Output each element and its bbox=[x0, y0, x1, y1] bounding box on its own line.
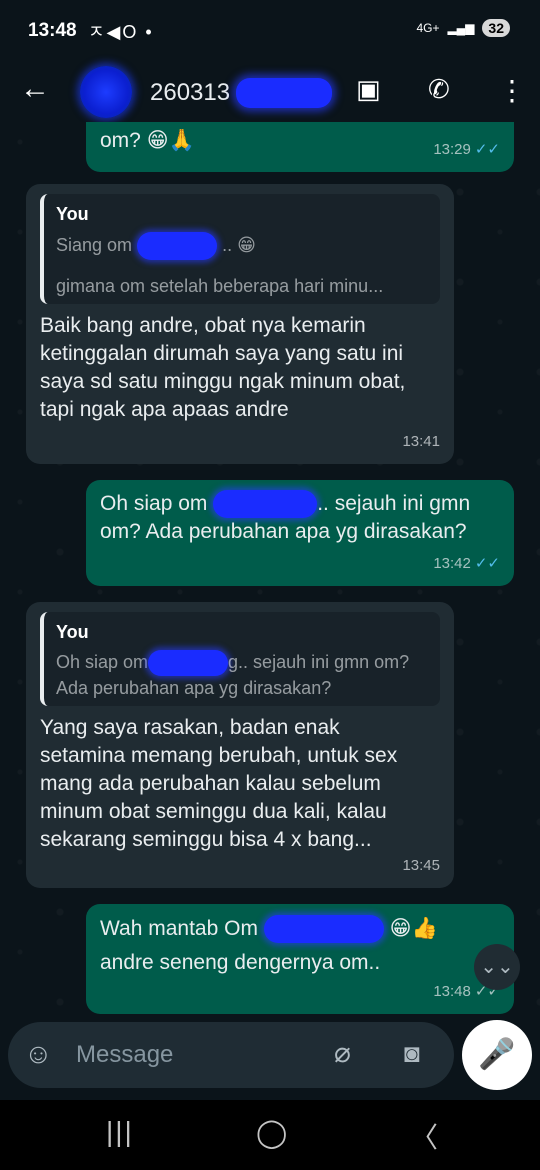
status-notification-icons: ㅈ◀O • bbox=[88, 22, 154, 42]
message-meta: 13:29 ✓✓ bbox=[433, 136, 500, 164]
message-time: 13:48 bbox=[433, 983, 471, 1000]
quoted-message[interactable]: You Siang om .. 😁 gimana om setelah bebe… bbox=[40, 194, 440, 304]
status-bar: 13:48 ㅈ◀O • 4G+ ▂▄▆ 32 bbox=[0, 0, 540, 62]
add-call-icon[interactable]: ✆ bbox=[428, 74, 450, 105]
redaction-mark bbox=[137, 232, 218, 260]
quote-text-line2: gimana om setelah beberapa hari minu... bbox=[56, 276, 384, 296]
read-ticks-icon: ✓✓ bbox=[474, 141, 500, 158]
chat-area[interactable]: om? 😁🙏 13:29 ✓✓ You Siang om .. 😁 gimana … bbox=[0, 122, 540, 1022]
message-time: 13:42 bbox=[433, 555, 471, 572]
mic-icon[interactable]: 🎤 bbox=[462, 1020, 532, 1090]
contact-card-icon[interactable]: ▣ bbox=[356, 74, 381, 105]
status-time: 13:48 bbox=[28, 20, 77, 41]
message-input[interactable] bbox=[76, 1034, 316, 1076]
redaction-mark bbox=[148, 650, 229, 677]
nav-home-icon[interactable]: ◯ bbox=[256, 1116, 287, 1149]
quote-author: You bbox=[56, 204, 89, 224]
redaction-mark bbox=[213, 490, 318, 519]
quote-text: Oh siap om g.. sejauh ini gmn om? Ada per… bbox=[56, 650, 410, 699]
redaction-mark bbox=[263, 915, 384, 944]
contact-name[interactable]: 260313 bbox=[150, 79, 230, 107]
message-text: om? bbox=[100, 129, 141, 152]
message-meta: 13:42 ✓✓ bbox=[433, 550, 500, 578]
chat-header: ← 260313 ▣ ✆ ⋮ bbox=[0, 62, 540, 122]
message-text-line1: Wah mantab Om 😁👍 bbox=[100, 914, 500, 944]
message-text: Yang saya rasakan, badan enak setamina m… bbox=[40, 716, 398, 852]
message-bubble-outgoing[interactable]: om? 😁🙏 13:29 ✓✓ bbox=[86, 122, 514, 172]
network-icon: 4G+ bbox=[416, 21, 440, 35]
system-nav-bar: ||| ◯ 〈 bbox=[0, 1100, 540, 1170]
message-text-line2: andre seneng dengernya om.. bbox=[100, 951, 381, 975]
redaction-mark bbox=[236, 78, 332, 108]
message-bubble-outgoing[interactable]: Wah mantab Om 😁👍 andre seneng dengernya … bbox=[86, 904, 514, 1014]
nav-recent-icon[interactable]: ||| bbox=[106, 1116, 134, 1148]
message-time: 13:45 bbox=[402, 857, 440, 874]
avatar[interactable] bbox=[80, 66, 132, 118]
battery-icon: 32 bbox=[482, 19, 510, 37]
message-emoji: 😁👍 bbox=[389, 916, 438, 940]
attach-icon[interactable]: ⌀ bbox=[334, 1036, 351, 1069]
quote-author: You bbox=[56, 622, 89, 642]
emoji-icon[interactable]: ☺ bbox=[24, 1038, 53, 1070]
status-right: 4G+ ▂▄▆ 32 bbox=[416, 19, 510, 37]
message-text: Oh siap om .. sejauh ini gmn om? Ada per… bbox=[100, 490, 471, 544]
message-emoji: 😁🙏 bbox=[146, 128, 195, 152]
message-composer: ☺ ⌀ ◙ bbox=[8, 1022, 454, 1088]
quote-text: Siang om .. 😁 bbox=[56, 232, 428, 260]
message-bubble-incoming[interactable]: You Siang om .. 😁 gimana om setelah bebe… bbox=[26, 184, 454, 464]
message-bubble-incoming[interactable]: You Oh siap om g.. sejauh ini gmn om? Ada… bbox=[26, 602, 454, 888]
message-bubble-outgoing[interactable]: Oh siap om .. sejauh ini gmn om? Ada per… bbox=[86, 480, 514, 586]
quoted-message[interactable]: You Oh siap om g.. sejauh ini gmn om? Ada… bbox=[40, 612, 440, 707]
back-arrow-icon[interactable]: ← bbox=[20, 72, 50, 106]
nav-back-icon[interactable]: 〈 bbox=[410, 1116, 438, 1156]
read-ticks-icon: ✓✓ bbox=[474, 555, 500, 572]
camera-icon[interactable]: ◙ bbox=[404, 1038, 420, 1069]
message-text: Baik bang andre, obat nya kemarin keting… bbox=[40, 314, 406, 421]
signal-icon: ▂▄▆ bbox=[447, 21, 475, 35]
more-options-icon[interactable]: ⋮ bbox=[498, 74, 526, 107]
scroll-down-icon[interactable]: ⌄⌄ bbox=[474, 944, 520, 990]
message-time: 13:29 bbox=[433, 141, 471, 158]
message-time: 13:41 bbox=[402, 433, 440, 450]
